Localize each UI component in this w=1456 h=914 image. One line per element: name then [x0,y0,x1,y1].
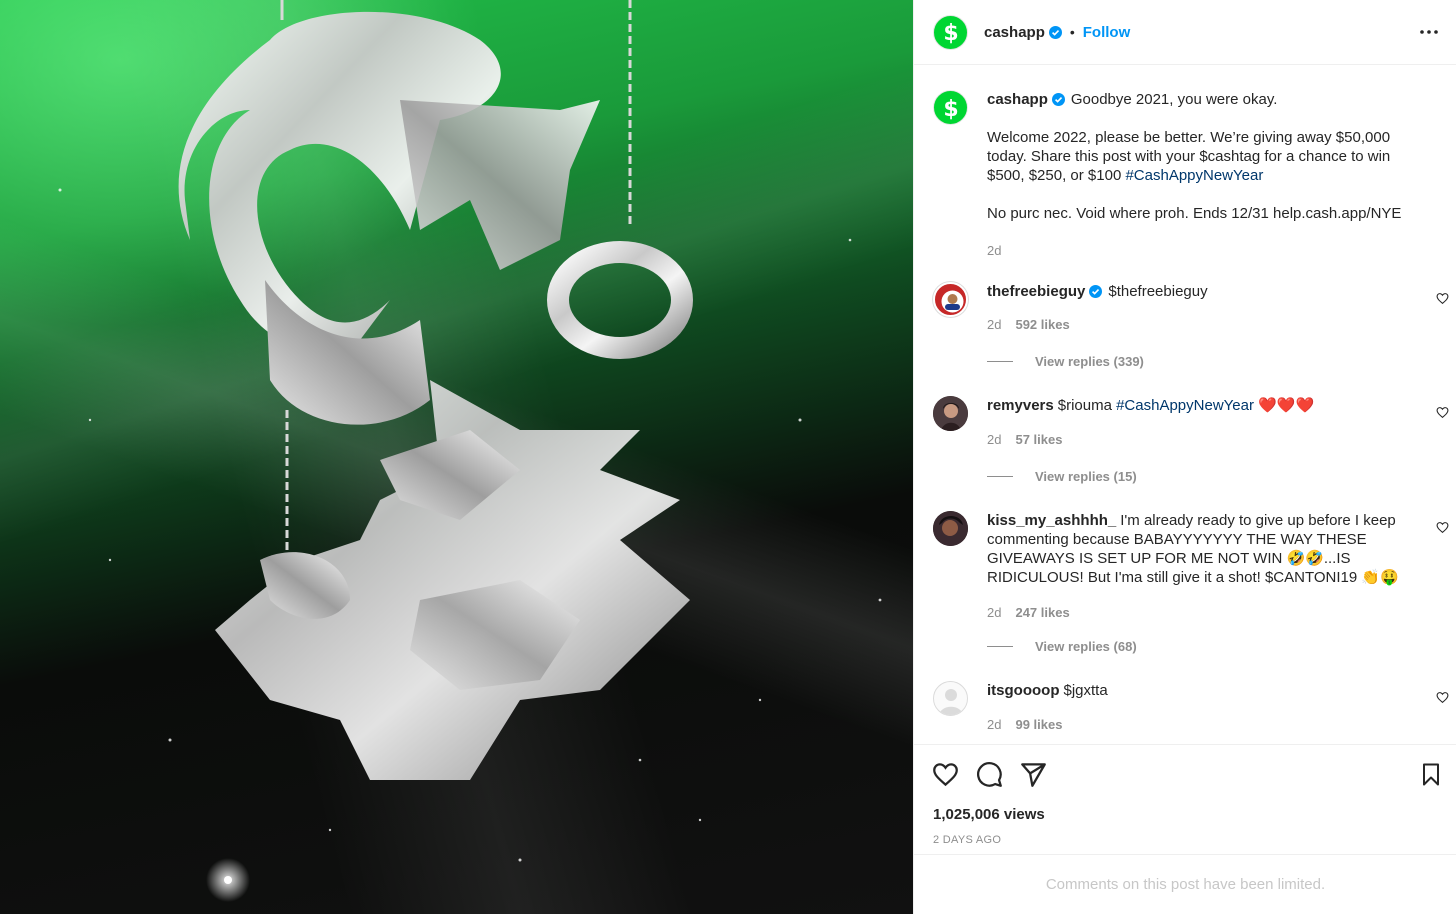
svg-text:$: $ [943,21,958,44]
comment-meta: 2d 57 likes [987,430,1423,449]
post-header: $ cashapp • Follow [914,0,1456,65]
comment-likes[interactable]: 57 likes [1015,432,1062,447]
svg-text:$: $ [943,97,958,120]
more-options-icon[interactable] [1419,22,1439,42]
commenter-avatar[interactable] [933,681,968,716]
view-replies-label: View replies (15) [1035,469,1137,484]
like-heart-icon[interactable] [932,761,959,788]
comment-likes[interactable]: 99 likes [1015,717,1062,732]
post-actions: 1,025,006 views 2 DAYS AGO [914,744,1456,854]
save-bookmark-icon[interactable] [1419,761,1443,788]
comment-meta: 2d 99 likes [987,715,1423,734]
comment-bubble-icon[interactable] [976,761,1003,788]
comment-username[interactable]: thefreebieguy [987,283,1085,300]
caption-time[interactable]: 2d [987,243,1001,258]
comments-limited-notice: Comments on this post have been limited. [914,854,1456,914]
header-separator: • [1069,24,1075,40]
comment-hashtag[interactable]: #CashAppyNewYear [1116,397,1254,414]
comment-time[interactable]: 2d [987,717,1001,732]
freebieguy-avatar-icon [941,290,964,313]
caption-meta: 2d [987,241,1423,260]
verified-badge-icon [1051,93,1065,106]
view-replies-button[interactable]: View replies (339) [987,354,1144,369]
caption-avatar-logo: $ [933,90,968,125]
default-avatar-icon [939,689,963,715]
remyvers-avatar-icon [933,396,968,431]
comment-text: $riouma [1057,397,1117,414]
caption-body: cashapp Goodbye 2021, you were okay. Welc… [987,90,1423,260]
comment-username[interactable]: kiss_my_ashhhh_ [987,512,1116,529]
comment-text: $jgxtta [1063,682,1108,699]
comment-username[interactable]: itsgoooop [987,682,1059,699]
comment-likes[interactable]: 247 likes [1015,605,1069,620]
verified-badge-icon [1089,285,1103,298]
verified-badge-icon [1048,25,1062,39]
replies-divider [987,361,1013,362]
caption-paragraph-2: Welcome 2022, please be better. We’re gi… [987,128,1423,185]
like-comment-heart-icon[interactable] [1436,521,1449,534]
comment-time[interactable]: 2d [987,317,1001,332]
post-date[interactable]: 2 DAYS AGO [933,834,1001,846]
comment-meta: 2d 247 likes [987,603,1423,622]
caption-username[interactable]: cashapp [987,91,1048,108]
post-media[interactable] [0,0,913,914]
comment-time[interactable]: 2d [987,432,1001,447]
comment-text: $thefreebieguy [1108,283,1208,300]
caption-line-3: No purc nec. Void where proh. Ends 12/31… [987,205,1402,222]
chrome-logo-sculpture [58,0,882,902]
replies-divider [987,646,1013,647]
commenter-avatar[interactable] [933,396,968,431]
follow-button[interactable]: Follow [1083,24,1131,41]
like-comment-heart-icon[interactable] [1436,691,1449,704]
commenter-avatar[interactable] [933,282,968,317]
author-username[interactable]: cashapp [984,24,1045,41]
view-replies-button[interactable]: View replies (15) [987,469,1137,484]
caption-avatar[interactable]: $ [933,90,968,125]
comment-meta: 2d 592 likes [987,315,1423,334]
commenter-avatar[interactable] [933,511,968,546]
share-paper-plane-icon[interactable] [1020,761,1047,788]
comment-likes[interactable]: 592 likes [1015,317,1069,332]
cashapp-logo-icon: $ [943,97,958,120]
comment-body: kiss_my_ashhhh_ I'm already ready to give… [987,511,1423,622]
view-replies-label: View replies (339) [1035,354,1144,369]
comment-body: itsgoooop $jgxtta 2d 99 likes [987,681,1423,734]
post-side-panel: $ cashapp • Follow $ cashapp Goodbye 202… [913,0,1456,914]
like-comment-heart-icon[interactable] [1436,292,1449,305]
comment-body: thefreebieguy $thefreebieguy 2d 592 likes [987,282,1423,334]
caption-hashtag[interactable]: #CashAppyNewYear [1125,167,1263,184]
comment-username[interactable]: remyvers [987,397,1054,414]
view-replies-button[interactable]: View replies (68) [987,639,1137,654]
caption-line-1: Goodbye 2021, you were okay. [1070,91,1278,108]
author-avatar[interactable]: $ [933,14,968,50]
kiss-my-ashhhh-avatar-icon [933,511,968,546]
comment-emoji: ❤️❤️❤️ [1258,397,1315,414]
comment-body: remyvers $riouma #CashAppyNewYear ❤️❤️❤️ … [987,396,1423,449]
replies-divider [987,476,1013,477]
views-count[interactable]: 1,025,006 views [933,806,1045,823]
view-replies-label: View replies (68) [1035,639,1137,654]
like-comment-heart-icon[interactable] [1436,406,1449,419]
cashapp-logo-icon: $ [943,21,958,44]
comment-time[interactable]: 2d [987,605,1001,620]
